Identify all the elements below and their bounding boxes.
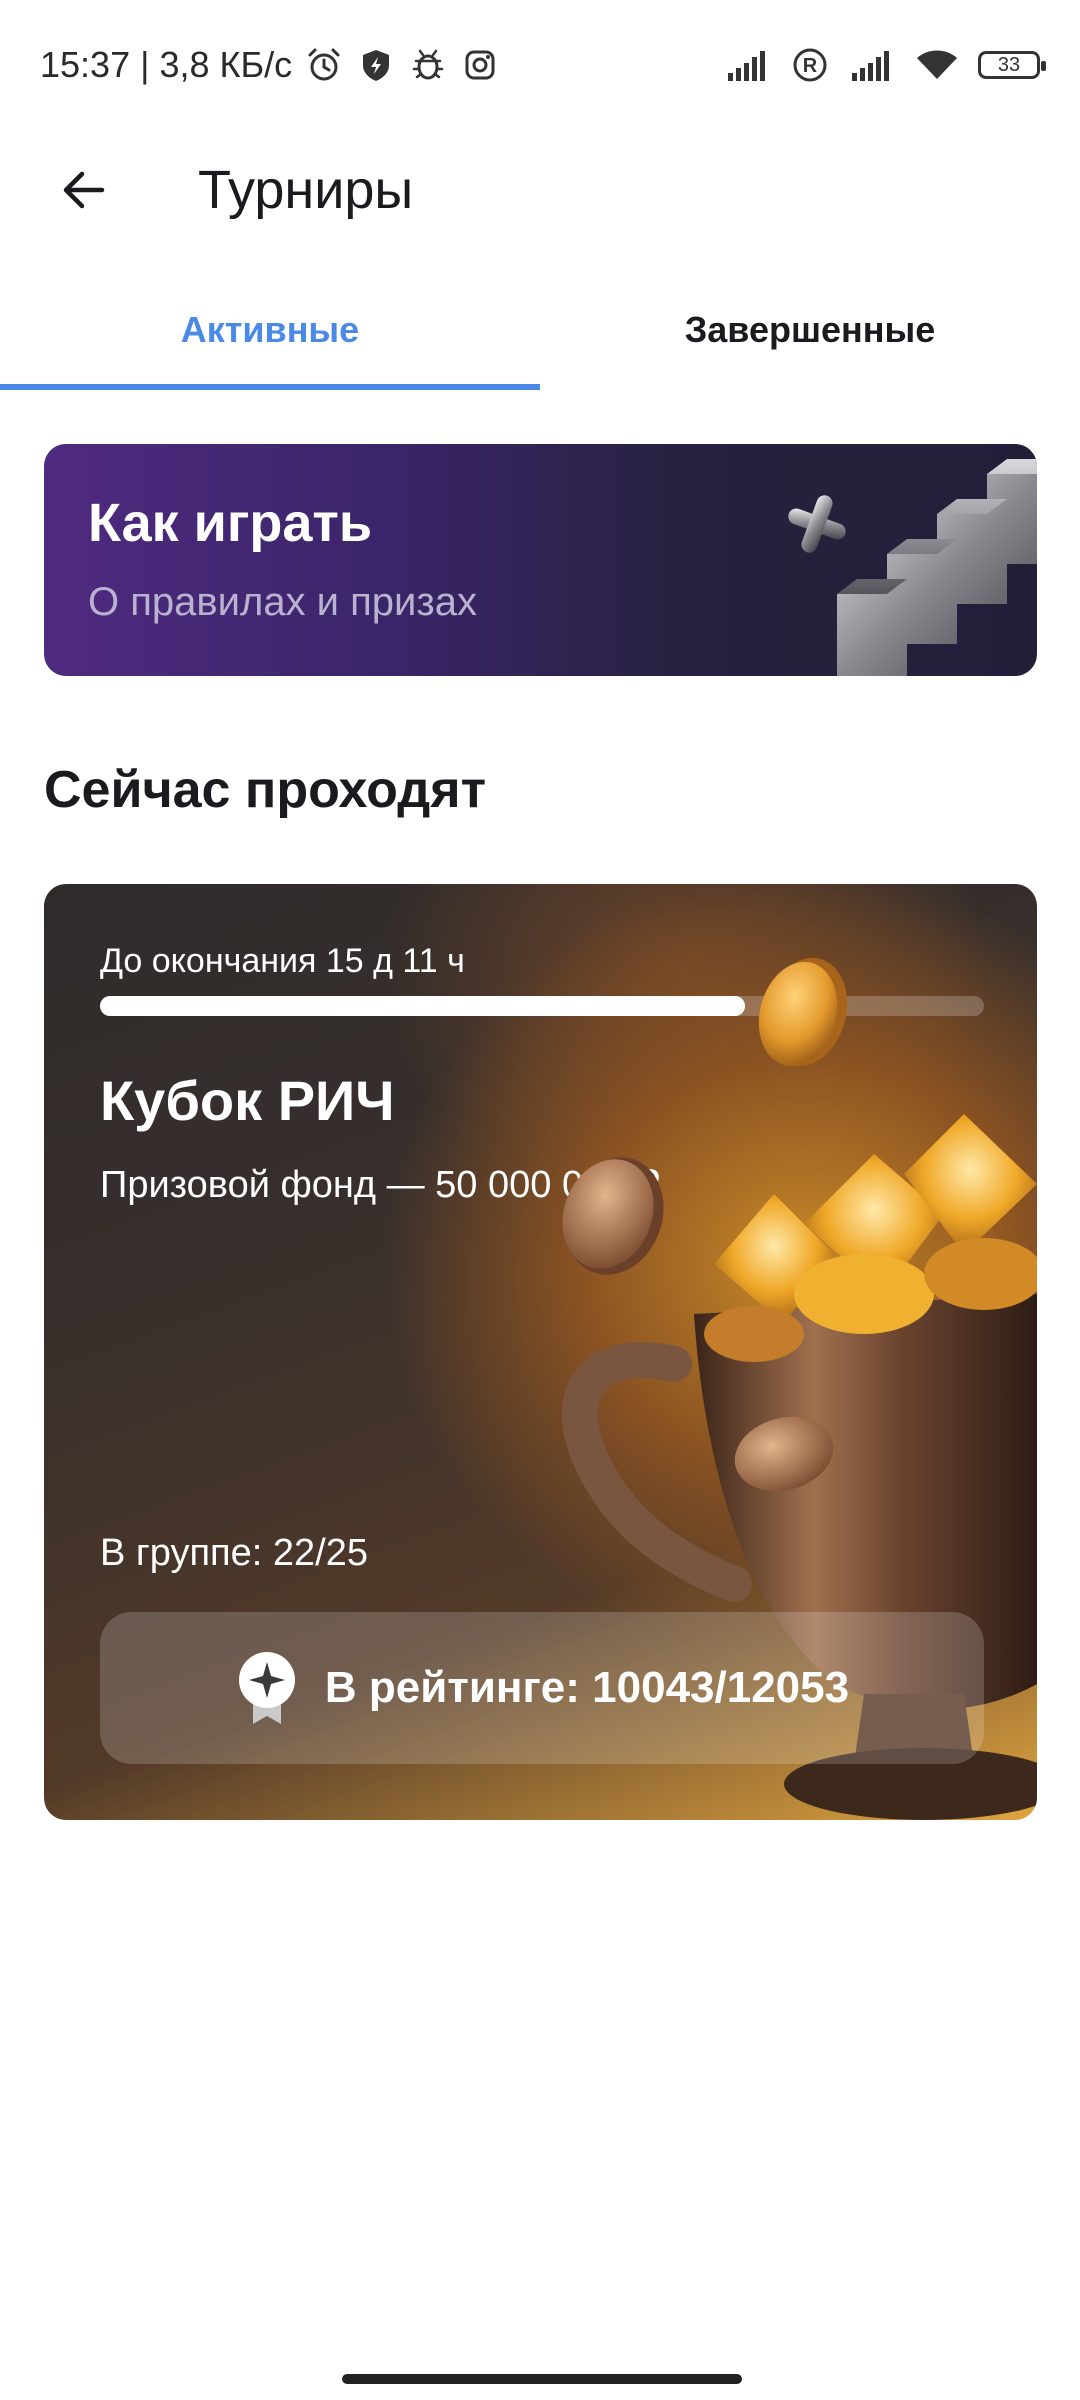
arrow-left-icon <box>63 171 105 209</box>
back-button[interactable] <box>44 150 124 230</box>
battery-icon: 33 <box>978 51 1046 79</box>
award-badge-icon <box>238 1652 295 1724</box>
progress-fill <box>100 996 746 1016</box>
tab-bar: Активные Завершенные <box>0 270 1080 390</box>
coin-icon <box>758 957 848 1067</box>
signal-icon <box>852 51 889 81</box>
group-position: В группе: 22/25 <box>100 1532 368 1574</box>
svg-text:R: R <box>803 55 818 77</box>
roaming-icon: R <box>793 48 827 82</box>
banner-title: Как играть <box>88 493 373 553</box>
status-left: 15:37 | 3,8 КБ/с <box>40 40 500 90</box>
banner-subtitle: О правилах и призах <box>88 580 477 624</box>
tournament-card[interactable]: До окончания 15 д 11 ч Кубок РИЧ Призово… <box>44 884 1037 1820</box>
section-title: Сейчас проходят <box>44 761 487 819</box>
battery-level: 33 <box>997 53 1021 76</box>
status-time-speed: 15:37 | 3,8 КБ/с <box>40 44 293 85</box>
bug-icon <box>412 49 444 80</box>
status-right: R 33 <box>724 40 1046 90</box>
instagram-icon <box>465 50 495 80</box>
tournament-name: Кубок РИЧ <box>100 1069 395 1132</box>
home-indicator[interactable] <box>342 2374 742 2384</box>
tab-active[interactable]: Активные <box>0 270 540 390</box>
tab-label: Завершенные <box>684 309 936 350</box>
time-remaining: До окончания 15 д 11 ч <box>100 942 465 980</box>
tab-indicator <box>0 384 540 390</box>
stairs-decoration-icon <box>788 459 1037 676</box>
tab-finished[interactable]: Завершенные <box>540 270 1080 390</box>
rating-button[interactable]: В рейтинге: 10043/12053 <box>100 1612 984 1764</box>
status-bar: 15:37 | 3,8 КБ/с R 33 <box>0 0 1080 130</box>
alarm-icon <box>308 48 340 81</box>
tab-label: Активные <box>180 309 360 350</box>
how-to-play-banner[interactable]: Как играть О правилах и призах <box>44 444 1037 676</box>
wifi-icon <box>917 50 957 79</box>
tournaments-screen: 15:37 | 3,8 КБ/с R 33 Турниры Активные З… <box>0 0 1080 2400</box>
app-header: Турниры <box>0 130 1080 250</box>
shield-icon <box>363 50 390 81</box>
signal-icon <box>728 51 765 81</box>
rating-label: В рейтинге: 10043/12053 <box>324 1663 850 1712</box>
page-title: Турниры <box>198 160 414 220</box>
